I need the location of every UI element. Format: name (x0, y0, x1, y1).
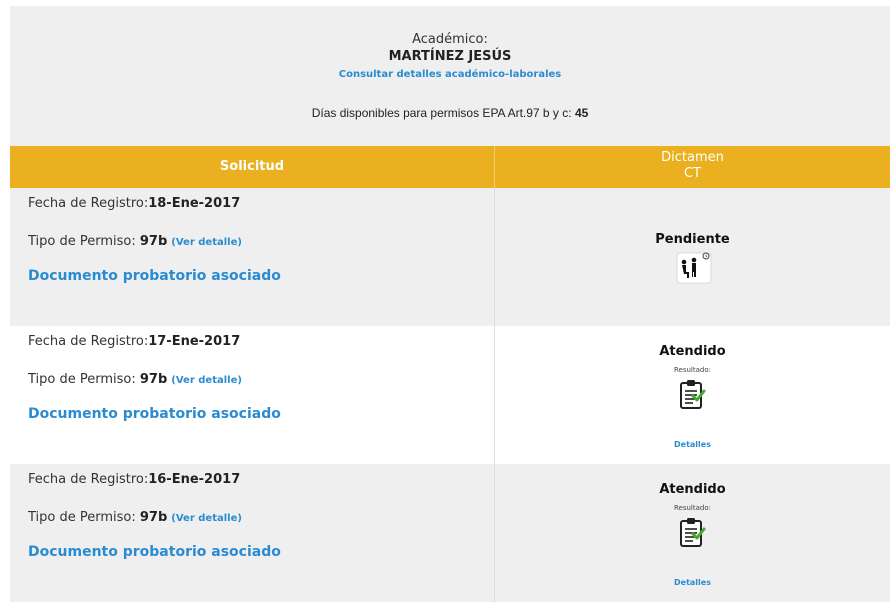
details-link[interactable]: Detalles (495, 440, 890, 449)
column-divider (494, 326, 495, 464)
table-row: Fecha de Registro:18-Ene-2017 Tipo de Pe… (10, 188, 890, 326)
registration-date-value: 16-Ene-2017 (148, 472, 241, 487)
academic-name: MARTÍNEZ JESÚS (388, 49, 512, 64)
permit-type: Tipo de Permiso: 97b (Ver detalle) (28, 234, 242, 249)
view-detail-link[interactable]: (Ver detalle) (171, 237, 242, 248)
permit-type: Tipo de Permiso: 97b (Ver detalle) (28, 372, 242, 387)
table-row: Fecha de Registro:17-Ene-2017 Tipo de Pe… (10, 326, 890, 464)
details-link[interactable]: Detalles (495, 578, 890, 587)
permit-type-label: Tipo de Permiso: (28, 372, 140, 387)
column-divider (494, 464, 495, 602)
supporting-document-link[interactable]: Documento probatorio asociado (28, 406, 281, 422)
clipboard-check-icon[interactable] (678, 378, 706, 414)
supporting-document-link[interactable]: Documento probatorio asociado (28, 268, 281, 284)
table-header: Solicitud Dictamen CT (10, 146, 890, 188)
academic-details-link[interactable]: Consultar detalles académico-laborales (10, 69, 890, 80)
view-detail-link[interactable]: (Ver detalle) (171, 513, 242, 524)
column-header-dictamen-line1: Dictamen (661, 150, 724, 165)
registration-date-label: Fecha de Registro: (28, 334, 149, 349)
available-days: Días disponibles para permisos EPA Art.9… (10, 106, 890, 120)
table-row: Fecha de Registro:16-Ene-2017 Tipo de Pe… (10, 464, 890, 602)
view-detail-link[interactable]: (Ver detalle) (171, 375, 242, 386)
status-label: Atendido (659, 482, 726, 497)
supporting-document-link[interactable]: Documento probatorio asociado (28, 544, 281, 560)
registration-date-value: 18-Ene-2017 (148, 196, 241, 211)
result-label: Resultado: (673, 366, 711, 374)
permit-type: Tipo de Permiso: 97b (Ver detalle) (28, 510, 242, 525)
permit-type-label: Tipo de Permiso: (28, 234, 140, 249)
permit-type-value: 97b (139, 372, 168, 387)
clipboard-check-icon[interactable] (678, 516, 706, 552)
status-label: Atendido (659, 344, 726, 359)
registration-date: Fecha de Registro:16-Ene-2017 (28, 472, 240, 487)
available-days-value: 45 (574, 106, 589, 120)
permit-type-label: Tipo de Permiso: (28, 510, 140, 525)
permit-type-value: 97b (139, 510, 168, 525)
registration-date: Fecha de Registro:18-Ene-2017 (28, 196, 240, 211)
waiting-room-icon (674, 250, 714, 288)
permit-type-value: 97b (139, 234, 168, 249)
column-divider (494, 188, 495, 326)
registration-date: Fecha de Registro:17-Ene-2017 (28, 334, 240, 349)
registration-date-value: 17-Ene-2017 (148, 334, 241, 349)
registration-date-label: Fecha de Registro: (28, 472, 149, 487)
academic-header: Académico: MARTÍNEZ JESÚS Consultar deta… (10, 6, 890, 146)
academic-label: Académico: (412, 32, 488, 47)
status-label: Pendiente (655, 232, 730, 247)
result-label: Resultado: (673, 504, 711, 512)
column-header-dictamen: Dictamen CT (495, 150, 890, 182)
registration-date-label: Fecha de Registro: (28, 196, 149, 211)
available-days-label: Días disponibles para permisos EPA Art.9… (311, 106, 575, 120)
column-header-solicitud: Solicitud (219, 159, 285, 174)
column-header-dictamen-line2: CT (683, 166, 702, 181)
